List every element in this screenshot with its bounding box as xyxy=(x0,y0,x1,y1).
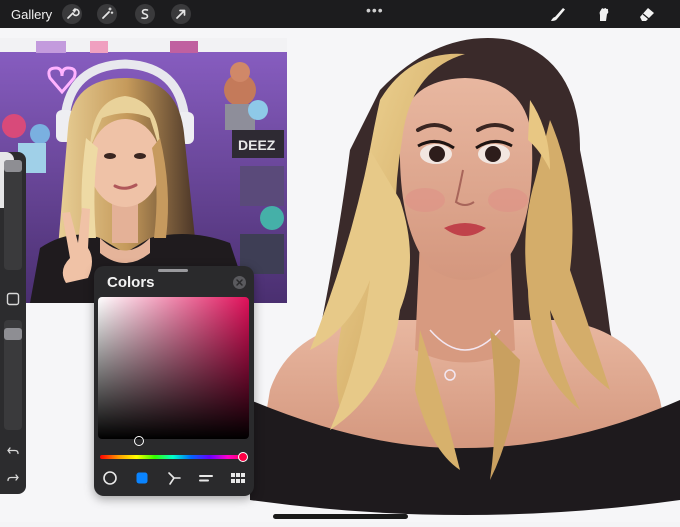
palettes-icon[interactable] xyxy=(230,470,246,486)
wrench-icon[interactable] xyxy=(62,4,82,24)
artwork-illustration xyxy=(250,30,680,522)
opacity-slider-thumb[interactable] xyxy=(4,328,22,340)
colors-title: Colors xyxy=(107,274,155,291)
colors-panel: Colors xyxy=(94,266,254,496)
transform-arrow-icon[interactable] xyxy=(171,4,191,24)
reference-photo[interactable]: DEEZ xyxy=(0,38,287,303)
value-icon[interactable] xyxy=(198,470,214,486)
disc-icon[interactable] xyxy=(102,470,118,486)
magic-wand-icon[interactable] xyxy=(97,4,117,24)
redo-icon[interactable] xyxy=(6,471,20,485)
brush-size-slider[interactable] xyxy=(4,160,22,270)
top-toolbar: Gallery ••• xyxy=(0,0,680,28)
classic-icon[interactable] xyxy=(134,470,150,486)
selection-icon[interactable] xyxy=(135,4,155,24)
harmony-icon[interactable] xyxy=(166,470,182,486)
eraser-icon[interactable] xyxy=(636,4,658,24)
brush-icon[interactable] xyxy=(547,4,569,24)
brush-size-slider-thumb[interactable] xyxy=(4,160,22,172)
panel-grabber[interactable] xyxy=(158,269,188,272)
more-menu-icon[interactable]: ••• xyxy=(366,2,384,18)
close-icon[interactable] xyxy=(233,276,246,289)
modify-button[interactable] xyxy=(5,291,21,307)
home-indicator[interactable] xyxy=(273,514,408,519)
smudge-icon[interactable] xyxy=(592,4,614,24)
gallery-button[interactable]: Gallery xyxy=(11,7,52,22)
hue-slider[interactable] xyxy=(100,455,246,459)
color-picker-dot[interactable] xyxy=(134,436,144,446)
saturation-brightness-picker[interactable] xyxy=(98,297,249,446)
hue-slider-thumb[interactable] xyxy=(238,452,248,462)
undo-icon[interactable] xyxy=(6,444,20,458)
